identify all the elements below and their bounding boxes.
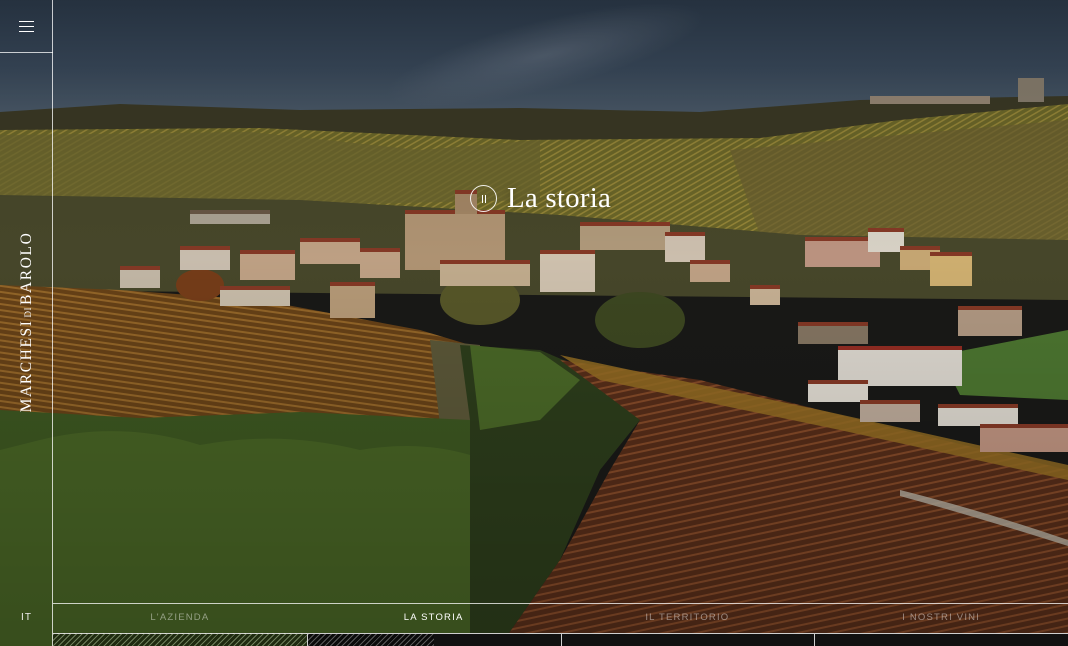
- nav-progress-fill: [307, 634, 435, 646]
- nav-item-vini[interactable]: I NOSTRI VINI: [814, 604, 1068, 646]
- left-sidebar: MARCHESIDIBAROLO IT: [0, 0, 53, 646]
- page-title: La storia: [507, 181, 612, 214]
- nav-item-storia[interactable]: LA STORIA: [306, 604, 561, 646]
- nav-progress-bar: [560, 633, 815, 646]
- nav-progress-bar: [306, 633, 561, 646]
- logo-part1: MARCHESI: [18, 319, 35, 413]
- pause-icon[interactable]: [470, 184, 497, 212]
- nav-item-territorio[interactable]: IL TERRITORIO: [560, 604, 815, 646]
- nav-item-label: IL TERRITORIO: [645, 612, 730, 623]
- nav-progress-bar: [53, 633, 307, 646]
- nav-item-label: I NOSTRI VINI: [902, 612, 981, 623]
- language-switch[interactable]: IT: [0, 612, 53, 623]
- hero-title: La storia: [470, 180, 611, 216]
- nav-item-label: LA STORIA: [403, 612, 464, 623]
- hamburger-menu-icon[interactable]: [0, 0, 53, 53]
- nav-item-azienda[interactable]: L'AZIENDA: [53, 604, 307, 646]
- nav-progress-bar: [814, 633, 1068, 646]
- vineyard-landscape: [0, 78, 1068, 646]
- nav-item-label: L'AZIENDA: [150, 612, 210, 623]
- logo-part3: BAROLO: [18, 231, 35, 305]
- bottom-section-nav: L'AZIENDA LA STORIA IL TERRITORIO I NOST…: [53, 603, 1068, 646]
- hero-background-image: [0, 0, 1068, 646]
- brand-logo[interactable]: MARCHESIDIBAROLO: [17, 217, 37, 427]
- logo-part2: DI: [23, 306, 33, 318]
